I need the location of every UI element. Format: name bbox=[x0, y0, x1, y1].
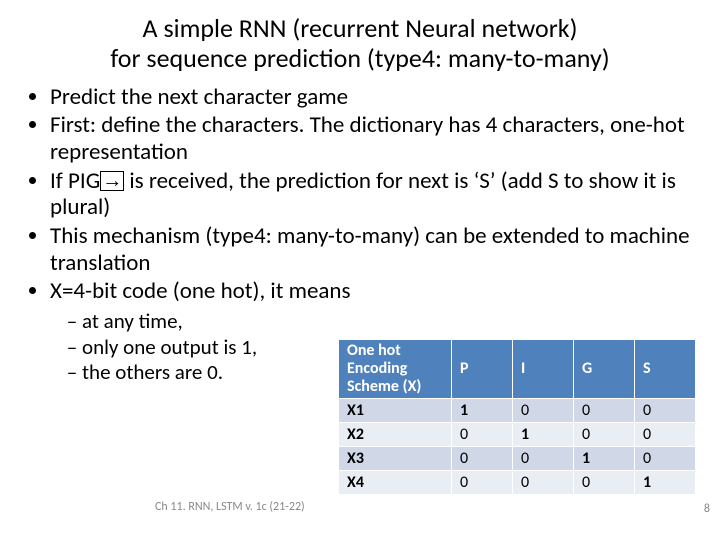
cell: 0 bbox=[635, 422, 696, 446]
onehot-table: One hot Encoding Scheme (X) P I G S X1 1… bbox=[338, 339, 696, 495]
th-g: G bbox=[574, 340, 635, 399]
title-line-2: for sequence prediction (type4: many-to-… bbox=[110, 42, 609, 74]
sub-bullet-list: at any time, only one output is 1, the o… bbox=[50, 309, 342, 386]
th-scheme: One hot Encoding Scheme (X) bbox=[339, 340, 452, 399]
page-number: 8 bbox=[704, 502, 710, 516]
sub-item: the others are 0. bbox=[82, 360, 342, 386]
th-i: I bbox=[513, 340, 574, 399]
cell: 1 bbox=[635, 470, 696, 494]
th-p: P bbox=[452, 340, 513, 399]
table-row: X3 0 0 1 0 bbox=[339, 446, 696, 470]
arrow-right-icon: → bbox=[100, 171, 124, 191]
bullet-item: Predict the next character game bbox=[50, 84, 696, 111]
bullet-text: If PIG bbox=[50, 167, 100, 195]
table-row: X4 0 0 0 1 bbox=[339, 470, 696, 494]
footer-text: Ch 11. RNN, LSTM v. 1c (21-22) bbox=[155, 500, 305, 514]
cell: 1 bbox=[452, 398, 513, 422]
table-header-row: One hot Encoding Scheme (X) P I G S bbox=[339, 340, 696, 399]
row-label: X3 bbox=[339, 446, 452, 470]
table-row: X1 1 0 0 0 bbox=[339, 398, 696, 422]
cell: 0 bbox=[574, 470, 635, 494]
slide-title: A simple RNN (recurrent Neural network) … bbox=[0, 14, 720, 80]
row-label: X4 bbox=[339, 470, 452, 494]
slide: A simple RNN (recurrent Neural network) … bbox=[0, 0, 720, 540]
bullet-text: X=4-bit code (one hot), it means bbox=[50, 277, 351, 305]
bullet-item: This mechanism (type4: many-to-many) can… bbox=[50, 223, 696, 276]
cell: 0 bbox=[513, 398, 574, 422]
cell: 1 bbox=[574, 446, 635, 470]
title-line-1: A simple RNN (recurrent Neural network) bbox=[143, 12, 578, 44]
bullet-text: is received, the prediction for next is … bbox=[50, 167, 676, 222]
cell: 0 bbox=[513, 446, 574, 470]
cell: 1 bbox=[513, 422, 574, 446]
row-label: X1 bbox=[339, 398, 452, 422]
cell: 0 bbox=[635, 446, 696, 470]
sub-item: at any time, bbox=[82, 309, 342, 335]
table-row: X2 0 1 0 0 bbox=[339, 422, 696, 446]
cell: 0 bbox=[635, 398, 696, 422]
cell: 0 bbox=[452, 422, 513, 446]
sub-item: only one output is 1, bbox=[82, 335, 342, 361]
cell: 0 bbox=[452, 470, 513, 494]
cell: 0 bbox=[574, 398, 635, 422]
cell: 0 bbox=[452, 446, 513, 470]
bullet-item: First: define the characters. The dictio… bbox=[50, 112, 696, 165]
cell: 0 bbox=[513, 470, 574, 494]
cell: 0 bbox=[574, 422, 635, 446]
bullet-item: If PIG→ is received, the prediction for … bbox=[50, 168, 696, 221]
row-label: X2 bbox=[339, 422, 452, 446]
th-s: S bbox=[635, 340, 696, 399]
